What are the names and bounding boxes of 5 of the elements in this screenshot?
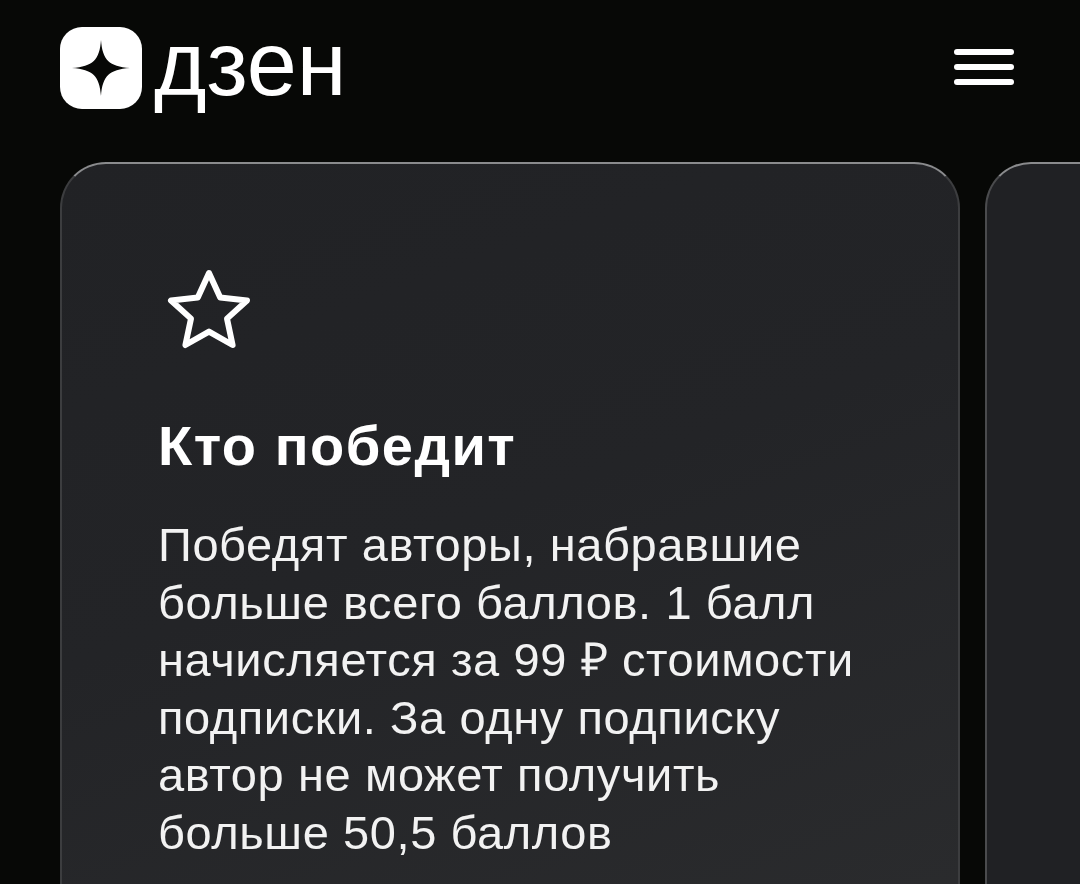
sparkle-logo-icon: [60, 27, 142, 109]
card-title: Кто победит: [158, 416, 518, 476]
menu-button[interactable]: [954, 49, 1014, 85]
card-description: Победят авторы, набравшие больше всего баллов. 1 балл начисляется за 99 ₽ стоимости подписки. За одну подписку автор не может получить больше 50,5 баллов: [158, 517, 855, 861]
menu-icon: [954, 49, 1014, 85]
